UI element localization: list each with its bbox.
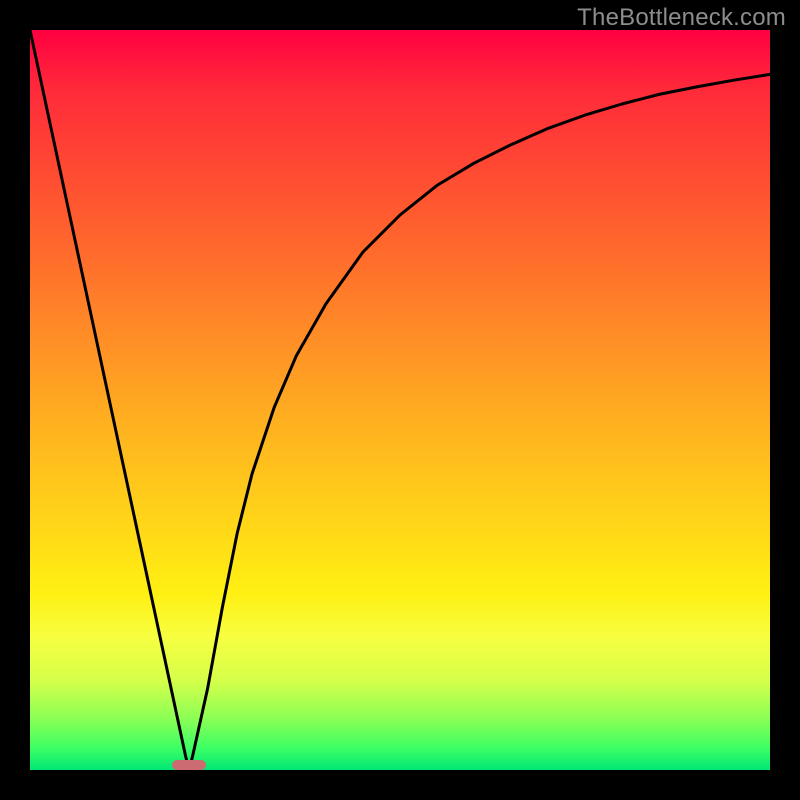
minimum-marker [172,760,205,770]
chart-container: TheBottleneck.com [0,0,800,800]
watermark-text: TheBottleneck.com [577,4,786,32]
plot-area [30,30,770,770]
bottleneck-curve [30,30,770,770]
